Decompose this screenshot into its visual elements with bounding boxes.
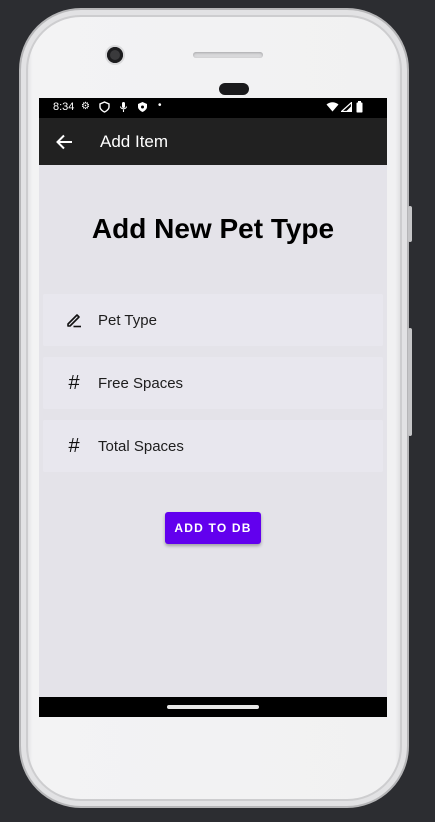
sensor-pill <box>219 83 249 95</box>
wifi-icon <box>326 102 339 116</box>
status-time: 8:34 <box>53 101 75 113</box>
power-button <box>408 206 412 242</box>
mic-icon <box>119 101 128 117</box>
hash-icon: # <box>68 371 80 394</box>
home-gesture-handle[interactable] <box>167 705 259 709</box>
page-title: Add New Pet Type <box>91 213 335 244</box>
arrow-back-icon <box>56 134 72 150</box>
app-bar: Add Item <box>39 118 387 165</box>
total-spaces-input[interactable] <box>98 420 368 472</box>
settings-icon: ⚙ <box>81 101 90 112</box>
battery-icon <box>356 101 363 117</box>
edit-icon <box>62 308 86 332</box>
hash-icon: # <box>68 434 80 457</box>
shield-icon <box>99 101 110 117</box>
add-to-db-button[interactable]: ADD TO DB <box>165 512 261 544</box>
app-bar-title: Add Item <box>100 132 169 151</box>
volume-button <box>408 328 412 436</box>
signal-icon <box>339 101 353 116</box>
back-button[interactable] <box>51 129 77 155</box>
vpn-shield-icon <box>137 101 148 117</box>
pet-type-input[interactable] <box>98 294 368 346</box>
total-spaces-field[interactable]: # <box>43 420 383 472</box>
earpiece-speaker <box>193 52 263 58</box>
front-camera <box>107 47 123 63</box>
free-spaces-field[interactable]: # <box>43 357 383 409</box>
free-spaces-input[interactable] <box>98 357 368 409</box>
dot-icon: • <box>158 100 162 111</box>
status-bar: 8:34 ⚙ • <box>39 98 387 118</box>
pet-type-field[interactable] <box>43 294 383 346</box>
navigation-bar <box>39 697 387 717</box>
app-screen: 8:34 ⚙ • Add Item Add New Pet Type Pet T… <box>39 98 387 717</box>
